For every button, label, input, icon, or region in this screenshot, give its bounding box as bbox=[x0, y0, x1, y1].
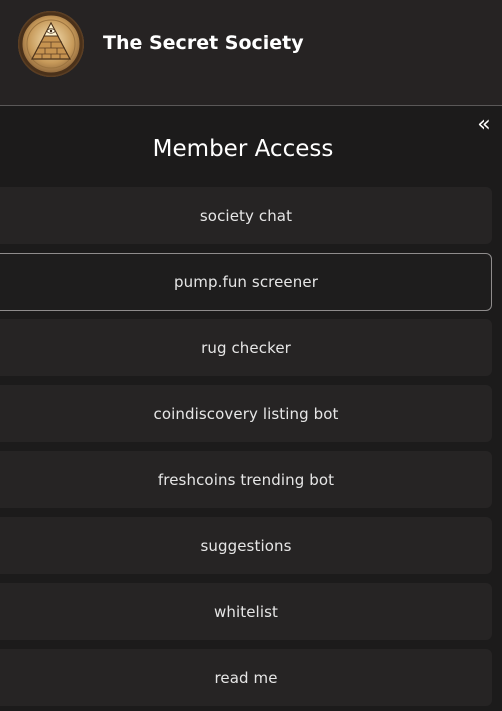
menu-item-label: coindiscovery listing bot bbox=[153, 404, 339, 423]
menu-item-label: whitelist bbox=[214, 602, 278, 621]
menu-item-label: society chat bbox=[199, 206, 293, 225]
menu-item-pump-fun-screener[interactable]: pump.fun screener bbox=[0, 253, 492, 311]
menu-item-coindiscovery-listing-bot[interactable]: coindiscovery listing bot bbox=[0, 385, 492, 442]
app-header: The Secret Society bbox=[0, 0, 502, 106]
menu-item-label: pump.fun screener bbox=[174, 273, 318, 291]
menu-item-label: suggestions bbox=[200, 536, 292, 555]
menu-item-read-me[interactable]: read me bbox=[0, 649, 492, 706]
menu-item-society-chat[interactable]: society chat bbox=[0, 187, 492, 244]
panel-title: Member Access bbox=[152, 136, 334, 162]
menu-item-label: freshcoins trending bot bbox=[157, 470, 335, 489]
menu-item-label: read me bbox=[214, 668, 278, 687]
menu-item-rug-checker[interactable]: rug checker bbox=[0, 319, 492, 376]
menu-item-freshcoins-trending-bot[interactable]: freshcoins trending bot bbox=[0, 451, 492, 508]
pyramid-eye-seal-icon[interactable] bbox=[18, 11, 84, 77]
menu-item-label: rug checker bbox=[201, 338, 291, 357]
menu-item-whitelist[interactable]: whitelist bbox=[0, 583, 492, 640]
menu-item-suggestions[interactable]: suggestions bbox=[0, 517, 492, 574]
site-title: The Secret Society bbox=[103, 32, 304, 54]
